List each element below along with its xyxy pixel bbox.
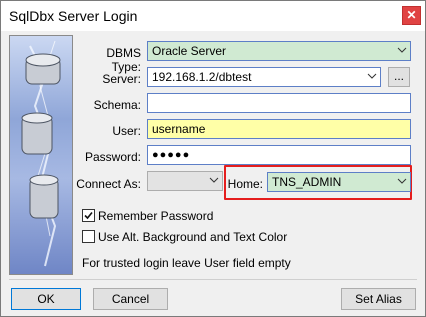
remember-password-label[interactable]: Remember Password: [98, 209, 213, 223]
trusted-login-hint: For trusted login leave User field empty: [82, 256, 291, 270]
cancel-button[interactable]: Cancel: [93, 288, 168, 310]
user-label: User:: [112, 124, 141, 138]
schema-label: Schema:: [93, 98, 141, 112]
alt-background-checkbox[interactable]: [82, 230, 95, 243]
browse-server-button[interactable]: ...: [388, 67, 410, 87]
dbms-type-label: DBMS Type:: [106, 46, 141, 74]
schema-input[interactable]: [147, 93, 411, 113]
window-title: SqlDbx Server Login: [9, 8, 138, 24]
database-cylinder-icon: [29, 174, 59, 219]
set-alias-button[interactable]: Set Alias: [341, 288, 416, 310]
password-input[interactable]: ●●●●●: [147, 145, 411, 165]
home-select[interactable]: TNS_ADMIN: [267, 172, 411, 192]
remember-password-checkbox[interactable]: [82, 209, 95, 222]
database-banner-image: [9, 35, 73, 275]
checkmark-icon: [84, 211, 93, 220]
home-value: TNS_ADMIN: [272, 175, 342, 189]
home-label: Home:: [227, 177, 263, 191]
password-label: Password:: [84, 150, 141, 164]
chevron-down-icon: [209, 177, 219, 183]
user-input[interactable]: username: [147, 119, 411, 139]
connect-as-label: Connect As:: [76, 177, 141, 191]
server-value: 192.168.1.2/dbtest: [152, 70, 252, 84]
chevron-down-icon: [367, 73, 377, 79]
ok-button[interactable]: OK: [11, 288, 81, 310]
alt-background-label[interactable]: Use Alt. Background and Text Color: [98, 230, 287, 244]
server-combo[interactable]: 192.168.1.2/dbtest: [147, 67, 381, 87]
server-label: Server:: [102, 72, 141, 86]
connect-as-select[interactable]: [147, 171, 223, 191]
database-cylinder-icon: [25, 53, 61, 85]
database-cylinder-icon: [21, 112, 53, 155]
dbms-type-select[interactable]: Oracle Server: [147, 41, 411, 61]
dbms-type-value: Oracle Server: [152, 44, 227, 58]
login-dialog: SqlDbx Server Login ✕ DBMS Type: Oracle: [0, 0, 426, 317]
divider: [9, 279, 417, 280]
title-bar: SqlDbx Server Login ✕: [1, 1, 425, 31]
close-icon[interactable]: ✕: [402, 6, 421, 25]
chevron-down-icon: [397, 47, 407, 53]
chevron-down-icon: [397, 178, 407, 184]
